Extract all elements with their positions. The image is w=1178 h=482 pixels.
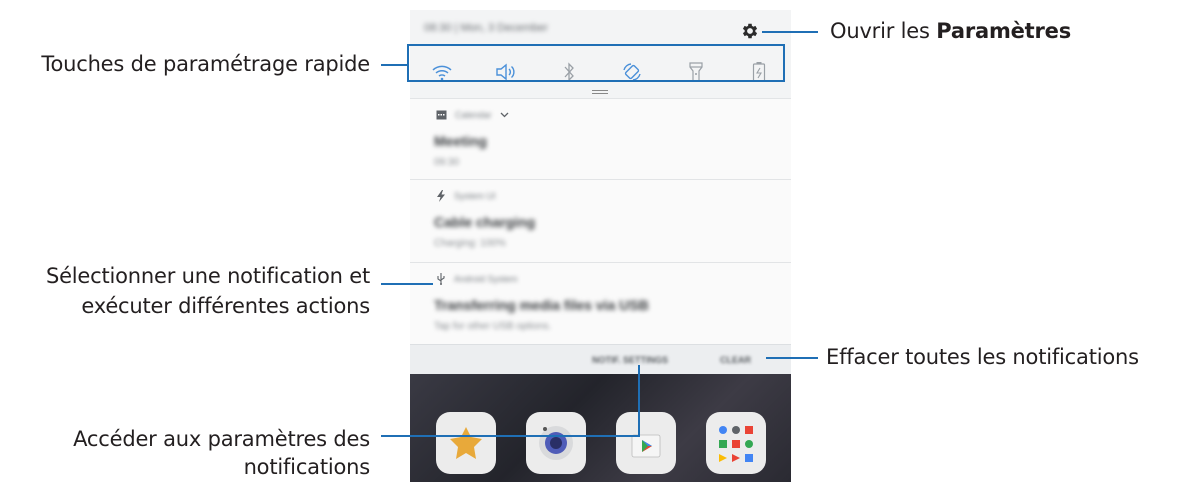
callout-select-notification-line1: Sélectionner une notification et [45, 264, 370, 288]
callout-line-clear-all [766, 357, 818, 359]
notification-app-row: Android System [436, 273, 518, 285]
callout-quick-settings: Touches de paramétrage rapide [41, 52, 370, 76]
play-store-icon[interactable] [616, 412, 676, 474]
notification-title: Meeting [434, 133, 487, 149]
callout-line-notif-settings [381, 435, 640, 437]
quick-settings-highlight [407, 44, 785, 82]
google-folder-icon[interactable] [706, 412, 766, 474]
notification-footer: NOTIF. SETTINGS CLEAR [410, 344, 791, 375]
gear-icon[interactable] [740, 21, 760, 41]
callout-notif-settings-line2: notifications [243, 455, 371, 479]
callout-settings-prefix: Ouvrir les [830, 19, 937, 43]
notification-card[interactable]: Calendar Meeting 09:30 [410, 98, 791, 179]
callout-line-quick-settings [381, 64, 407, 66]
chevron-down-icon[interactable] [500, 112, 509, 118]
callout-settings-bold: Paramètres [936, 19, 1072, 43]
callout-open-settings: Ouvrir les Paramètres [830, 17, 1071, 45]
notification-card[interactable]: System UI Cable charging Charging: 100% [410, 179, 791, 262]
notification-subtitle: Charging: 100% [434, 238, 506, 249]
notification-app-name: System UI [454, 191, 496, 201]
clear-all-button[interactable]: CLEAR [720, 355, 751, 365]
callout-select-notification-line2: exécuter différentes actions [81, 294, 370, 318]
camera-icon[interactable] [526, 412, 586, 474]
drag-handle[interactable] [592, 90, 608, 94]
callout-line-settings [762, 31, 818, 33]
notification-app-row: Calendar [436, 109, 509, 120]
callout-line-select-notification [381, 283, 433, 285]
lightning-icon [437, 190, 445, 202]
callout-notif-settings-line1: Accéder aux paramètres des [73, 427, 370, 451]
callout-line-notif-settings-vertical [638, 365, 640, 437]
home-screen [410, 374, 791, 482]
callout-clear-all: Effacer toutes les notifications [826, 345, 1139, 369]
notification-subtitle: Tap for other USB options. [434, 321, 552, 332]
notification-title: Transferring media files via USB [434, 297, 649, 313]
notification-app-name: Calendar [455, 109, 492, 120]
notification-app-row: System UI [436, 190, 496, 202]
notification-subtitle: 09:30 [434, 157, 460, 168]
notification-settings-button[interactable]: NOTIF. SETTINGS [592, 355, 668, 365]
calendar-icon [436, 110, 447, 120]
status-date-time: 08:30 | Mon, 3 December [424, 22, 548, 34]
usb-icon [437, 273, 445, 285]
notification-app-name: Android System [454, 274, 518, 284]
notification-title: Cable charging [434, 214, 536, 230]
notification-card[interactable]: Android System Transferring media files … [410, 262, 791, 345]
bixby-icon[interactable] [436, 412, 496, 474]
